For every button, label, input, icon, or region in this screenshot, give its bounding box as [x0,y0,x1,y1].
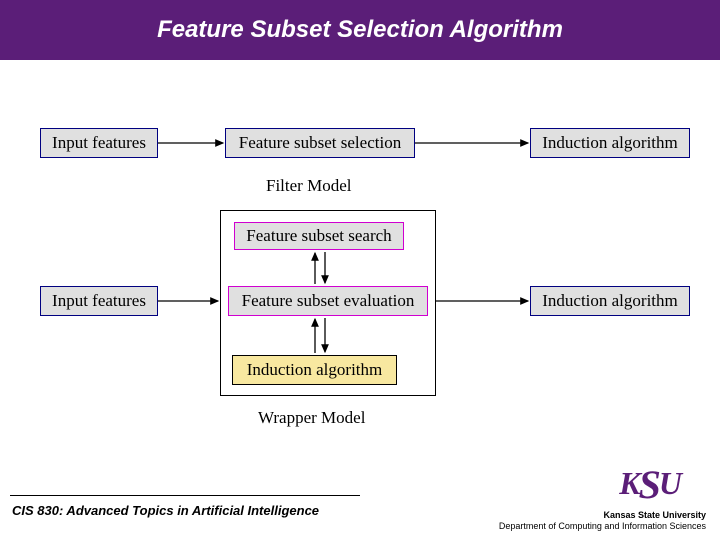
wrapper-input-features-box: Input features [40,286,158,316]
filter-model-label: Filter Model [266,176,351,196]
slide-title: Feature Subset Selection Algorithm [157,16,563,44]
footer-course: CIS 830: Advanced Topics in Artificial I… [12,503,319,518]
wrapper-feature-subset-evaluation-box: Feature subset evaluation [228,286,428,316]
wrapper-input-features-label: Input features [52,291,146,311]
filter-induction-algorithm-label: Induction algorithm [542,133,678,153]
wrapper-feature-subset-search-box: Feature subset search [234,222,404,250]
wrapper-induction-algorithm-inner-label: Induction algorithm [247,360,383,380]
wrapper-induction-algorithm-outer-box: Induction algorithm [530,286,690,316]
wrapper-induction-algorithm-inner-box: Induction algorithm [232,355,397,385]
wrapper-feature-subset-search-label: Feature subset search [246,226,391,246]
ksu-logo: KSU [619,461,680,508]
filter-feature-subset-selection-box: Feature subset selection [225,128,415,158]
title-bar: Feature Subset Selection Algorithm [0,0,720,60]
footer-university: Kansas State University [499,510,706,521]
filter-input-features-box: Input features [40,128,158,158]
footer-department: Department of Computing and Information … [499,521,706,532]
filter-induction-algorithm-box: Induction algorithm [530,128,690,158]
wrapper-model-label: Wrapper Model [258,408,365,428]
footer-right: Kansas State University Department of Co… [499,510,706,532]
footer-divider [10,495,360,496]
filter-feature-subset-selection-label: Feature subset selection [239,133,401,153]
wrapper-induction-algorithm-outer-label: Induction algorithm [542,291,678,311]
wrapper-feature-subset-evaluation-label: Feature subset evaluation [242,291,415,311]
filter-input-features-label: Input features [52,133,146,153]
